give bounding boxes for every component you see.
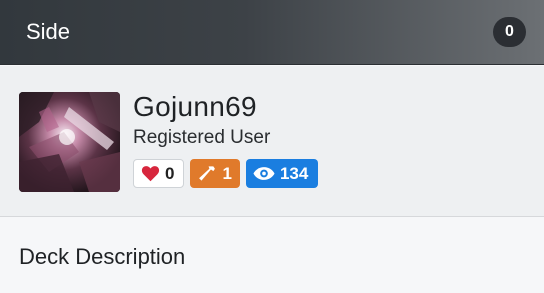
header-title: Side <box>26 19 71 44</box>
user-stats: 0 1 134 <box>133 159 319 188</box>
forks-badge[interactable]: 1 <box>190 159 240 188</box>
deck-description-heading: Deck Description <box>19 244 186 269</box>
views-count: 134 <box>279 163 309 183</box>
forks-count: 1 <box>222 163 232 183</box>
views-badge[interactable]: 134 <box>245 159 319 188</box>
heart-icon <box>141 166 160 182</box>
likes-badge[interactable]: 0 <box>133 159 185 188</box>
hammer-icon <box>199 166 216 181</box>
card-count-badge: 0 <box>493 17 526 47</box>
user-role: Registered User <box>133 127 271 148</box>
user-panel: Gojunn69 Registered User 0 1 134 <box>0 66 544 217</box>
likes-count: 0 <box>165 163 175 183</box>
user-avatar[interactable] <box>19 92 120 192</box>
eye-icon <box>253 167 275 180</box>
section-header: Side 0 <box>0 0 544 65</box>
username[interactable]: Gojunn69 <box>133 91 257 123</box>
avatar-image <box>19 92 120 192</box>
